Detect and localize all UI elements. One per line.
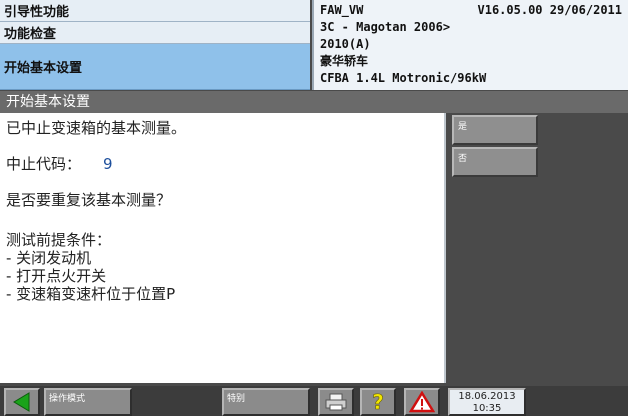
year-label: 2010(A)	[320, 37, 371, 51]
back-arrow-icon	[13, 392, 30, 412]
no-button[interactable]: 否	[452, 147, 538, 177]
svg-text:?: ?	[372, 391, 384, 413]
print-button[interactable]	[318, 388, 354, 416]
content-panel: 已中止变速箱的基本测量。 中止代码： 9 是否要重复该基本测量？ 测试前提条件： …	[0, 113, 446, 383]
page-title: 开始基本设置	[0, 91, 628, 113]
precondition-item: - 变速箱变速杆位于位置P	[6, 285, 176, 303]
printer-icon	[325, 393, 347, 411]
warning-button[interactable]	[404, 388, 440, 416]
vehicle-info-panel: FAW_VW V16.05.00 29/06/2011 3C - Magotan…	[312, 0, 628, 90]
time-label: 10:35	[472, 403, 502, 414]
nav-item-function-test[interactable]: 功能检查	[0, 22, 310, 44]
datetime-display: 18.06.2013 10:35	[448, 388, 526, 416]
header: 引导性功能 功能检查 开始基本设置 FAW_VW V16.05.00 29/06…	[0, 0, 628, 90]
help-icon: ?	[372, 391, 384, 413]
nav-item-guided-functions[interactable]: 引导性功能	[0, 0, 310, 22]
abort-code-row: 中止代码： 9	[6, 153, 113, 174]
question-text: 是否要重复该基本测量？	[6, 191, 172, 209]
operating-mode-button[interactable]: 操作模式	[44, 388, 132, 416]
help-button[interactable]: ?	[360, 388, 396, 416]
trim-label: 豪华轿车	[320, 54, 369, 68]
nav-item-basic-settings[interactable]: 开始基本设置	[0, 44, 310, 90]
engine-label: CFBA 1.4L Motronic/96kW	[320, 71, 487, 85]
back-button[interactable]	[4, 388, 40, 416]
status-message: 已中止变速箱的基本测量。	[6, 119, 187, 137]
model-label: 3C - Magotan 2006>	[320, 20, 451, 34]
brand-label: FAW_VW	[320, 3, 364, 17]
yes-button[interactable]: 是	[452, 115, 538, 145]
version-label: V16.05.00 29/06/2011	[477, 3, 623, 17]
vehicle-info-line: FAW_VW V16.05.00 29/06/2011	[320, 2, 622, 19]
abort-code-value: 9	[103, 155, 113, 173]
warning-icon	[409, 391, 435, 413]
special-button[interactable]: 特别	[222, 388, 310, 416]
abort-code-label: 中止代码：	[6, 155, 82, 173]
date-label: 18.06.2013	[458, 391, 516, 402]
